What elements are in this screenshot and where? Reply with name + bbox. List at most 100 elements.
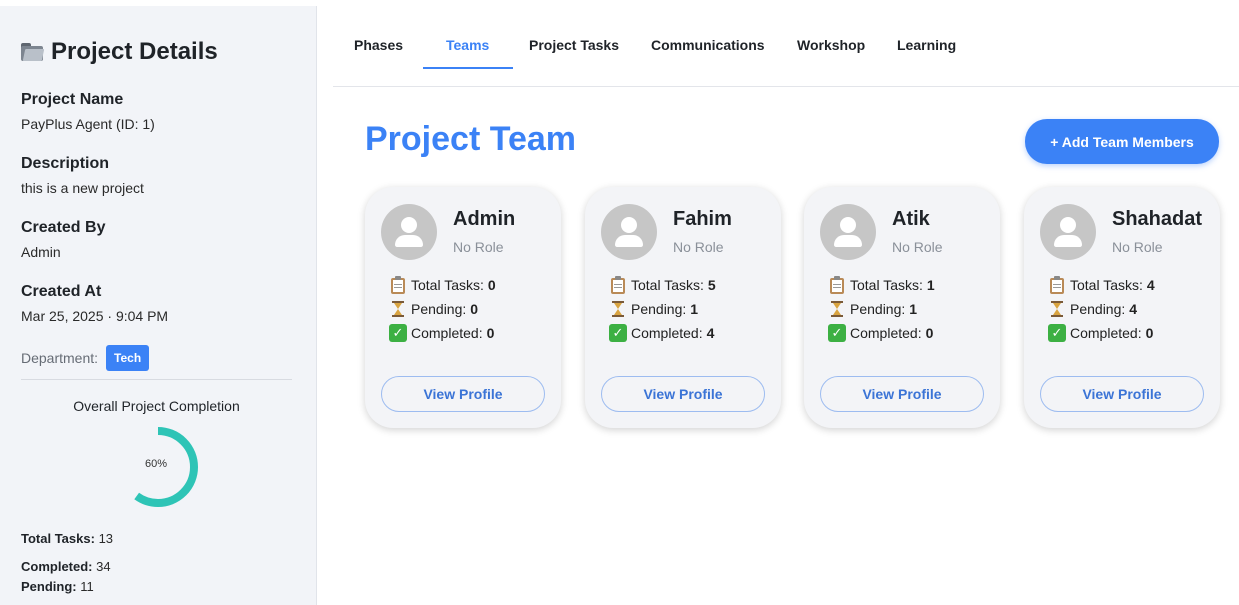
created-at-field: Created At Mar 25, 2025 · 9:04 PM xyxy=(21,283,168,324)
total-tasks-label: Total Tasks: xyxy=(850,277,923,293)
pending-value: 0 xyxy=(470,301,479,317)
add-team-members-button[interactable]: + Add Team Members xyxy=(1025,119,1219,164)
completed-label: Completed: xyxy=(21,559,93,574)
pending-value: 11 xyxy=(80,579,94,594)
tab-learning[interactable]: Learning xyxy=(897,37,956,53)
member-role: No Role xyxy=(453,239,504,255)
pending-label: Pending: xyxy=(850,301,906,317)
total-tasks-value: 4 xyxy=(1146,277,1155,293)
pending-label: Pending: xyxy=(411,301,467,317)
department-label: Department: xyxy=(21,350,99,366)
main-content: Phases Teams Project Tasks Communication… xyxy=(333,0,1239,605)
completed-label: Completed: xyxy=(1070,325,1142,341)
view-profile-button[interactable]: View Profile xyxy=(381,376,545,412)
completion-donut-chart xyxy=(118,427,198,507)
member-name: Fahim xyxy=(673,208,732,230)
total-tasks-label: Total Tasks: xyxy=(631,277,704,293)
member-pending: Pending: 1 xyxy=(828,300,917,318)
view-profile-button[interactable]: View Profile xyxy=(1040,376,1204,412)
total-tasks-value: 1 xyxy=(926,277,935,293)
sidebar-title: Project Details xyxy=(51,38,218,65)
team-member-card: Shahadat No Role Total Tasks: 4 Pending:… xyxy=(1024,187,1220,428)
team-member-card: Fahim No Role Total Tasks: 5 Pending: 1 … xyxy=(585,187,781,428)
hourglass-icon xyxy=(609,300,627,318)
pending-label: Pending: xyxy=(21,579,77,594)
created-at-value: Mar 25, 2025 · 9:04 PM xyxy=(21,308,169,324)
check-mark-icon: ✓ xyxy=(389,324,407,342)
check-mark-icon: ✓ xyxy=(828,324,846,342)
page-title: Project Team xyxy=(365,120,577,158)
department-row: Department: Tech xyxy=(21,345,150,371)
member-completed: ✓ Completed: 0 xyxy=(1048,324,1153,342)
tab-workshop[interactable]: Workshop xyxy=(797,37,865,53)
pending-value: 4 xyxy=(1129,301,1138,317)
project-details-sidebar: Project Details Project Name PayPlus Age… xyxy=(0,6,317,605)
total-tasks-stat: Total Tasks: 13 xyxy=(21,531,113,546)
created-by-field: Created By Admin xyxy=(21,219,105,260)
tab-phases[interactable]: Phases xyxy=(354,37,403,53)
member-completed: ✓ Completed: 4 xyxy=(609,324,714,342)
created-by-value: Admin xyxy=(21,244,61,260)
hourglass-icon xyxy=(389,300,407,318)
sidebar-header: Project Details xyxy=(21,38,218,66)
active-tab-indicator xyxy=(423,67,513,69)
pending-value: 1 xyxy=(909,301,918,317)
completed-value: 34 xyxy=(96,559,111,574)
total-tasks-label: Total Tasks: xyxy=(411,277,484,293)
member-completed: ✓ Completed: 0 xyxy=(389,324,494,342)
hourglass-icon xyxy=(828,300,846,318)
member-total-tasks: Total Tasks: 1 xyxy=(828,276,935,294)
completion-title: Overall Project Completion xyxy=(73,398,240,414)
total-tasks-value: 13 xyxy=(98,531,114,546)
sidebar-divider xyxy=(21,379,292,380)
completed-value: 0 xyxy=(1145,325,1154,341)
clipboard-icon xyxy=(828,276,846,294)
member-total-tasks: Total Tasks: 4 xyxy=(1048,276,1155,294)
member-name: Admin xyxy=(453,208,516,230)
user-avatar-icon xyxy=(381,204,437,260)
completed-value: 4 xyxy=(706,325,715,341)
member-pending: Pending: 4 xyxy=(1048,300,1137,318)
description-label: Description xyxy=(21,155,110,172)
user-avatar-icon xyxy=(1040,204,1096,260)
view-profile-button[interactable]: View Profile xyxy=(820,376,984,412)
completed-stat: Completed: 34 xyxy=(21,559,111,574)
view-profile-button[interactable]: View Profile xyxy=(601,376,765,412)
completed-label: Completed: xyxy=(850,325,922,341)
member-name: Atik xyxy=(892,208,930,230)
pending-label: Pending: xyxy=(1070,301,1126,317)
total-tasks-value: 0 xyxy=(487,277,496,293)
check-mark-icon: ✓ xyxy=(1048,324,1066,342)
completion-percent: 60% xyxy=(144,458,168,470)
tab-teams[interactable]: Teams xyxy=(446,37,489,53)
app: Project Details Project Name PayPlus Age… xyxy=(0,0,1239,605)
tab-communications[interactable]: Communications xyxy=(651,37,765,53)
member-total-tasks: Total Tasks: 5 xyxy=(609,276,716,294)
project-name-label: Project Name xyxy=(21,91,124,108)
completed-value: 0 xyxy=(925,325,934,341)
member-pending: Pending: 0 xyxy=(389,300,478,318)
folder-icon xyxy=(21,43,45,61)
description-field: Description this is a new project xyxy=(21,155,144,196)
created-by-label: Created By xyxy=(21,219,106,236)
completed-value: 0 xyxy=(486,325,495,341)
pending-stat: Pending: 11 xyxy=(21,579,94,594)
total-tasks-label: Total Tasks: xyxy=(21,531,95,546)
member-name: Shahadat xyxy=(1112,208,1203,230)
clipboard-icon xyxy=(609,276,627,294)
pending-label: Pending: xyxy=(631,301,687,317)
member-role: No Role xyxy=(892,239,943,255)
total-tasks-value: 5 xyxy=(707,277,716,293)
user-avatar-icon xyxy=(820,204,876,260)
project-name-field: Project Name PayPlus Agent (ID: 1) xyxy=(21,91,155,132)
member-role: No Role xyxy=(673,239,724,255)
member-role: No Role xyxy=(1112,239,1163,255)
clipboard-icon xyxy=(1048,276,1066,294)
team-member-card: Admin No Role Total Tasks: 0 Pending: 0 … xyxy=(365,187,561,428)
tab-project-tasks[interactable]: Project Tasks xyxy=(529,37,619,53)
team-member-card: Atik No Role Total Tasks: 1 Pending: 1 ✓… xyxy=(804,187,1000,428)
created-at-label: Created At xyxy=(21,283,102,300)
project-name-value: PayPlus Agent (ID: 1) xyxy=(21,116,155,132)
completed-label: Completed: xyxy=(631,325,703,341)
clipboard-icon xyxy=(389,276,407,294)
